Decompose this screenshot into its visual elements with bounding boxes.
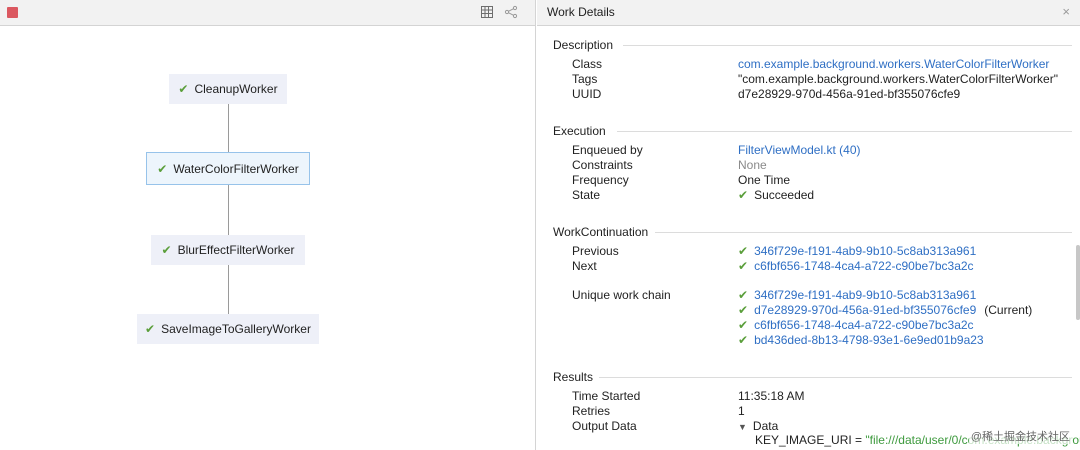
constraints-label: Constraints (572, 158, 633, 172)
work-graph: ✔ CleanupWorker ✔ WaterColorFilterWorker… (0, 27, 535, 450)
retries-label: Retries (572, 404, 611, 418)
next-value: ✔ c6fbf656-1748-4ca4-a722-c90be7bc3a2c (738, 259, 974, 273)
chain-item: ✔ d7e28929-970d-456a-91ed-bf355076cfe9 (Cu… (738, 303, 1032, 317)
previous-label: Previous (572, 244, 619, 258)
chain-item: ✔ 346f729e-f191-4ab9-9b10-5c8ab313a961 (738, 288, 976, 302)
work-graph-pane: ✔ CleanupWorker ✔ WaterColorFilterWorker… (0, 0, 536, 450)
section-title-continuation: WorkContinuation (553, 225, 655, 239)
worker-node-blur[interactable]: ✔ BlurEffectFilterWorker (151, 235, 305, 265)
section-divider (655, 232, 1072, 233)
work-details-pane: Work Details × Description Class com.exa… (537, 0, 1080, 450)
worker-node-label: WaterColorFilterWorker (173, 161, 299, 176)
data-label: Data (752, 419, 779, 433)
uuid-value: d7e28929-970d-456a-91ed-bf355076cfe9 (738, 87, 961, 101)
triangle-down-icon[interactable]: ▼ (738, 422, 747, 432)
graph-edge (228, 265, 229, 315)
worker-node-cleanup[interactable]: ✔ CleanupWorker (169, 74, 287, 104)
enqueued-link[interactable]: FilterViewModel.kt (40) (738, 143, 860, 157)
table-view-icon[interactable] (480, 5, 494, 19)
watermark: @稀土掘金技术社区 (968, 428, 1072, 444)
work-details-header: Work Details × (537, 0, 1080, 26)
frequency-label: Frequency (572, 173, 629, 187)
time-started-label: Time Started (572, 389, 641, 403)
constraints-value: None (738, 158, 767, 172)
chain-link[interactable]: d7e28929-970d-456a-91ed-bf355076cfe9 (754, 303, 976, 317)
enqueued-label: Enqueued by (572, 143, 643, 157)
vertical-scrollbar[interactable] (1076, 245, 1080, 320)
section-divider (617, 131, 1072, 132)
graph-view-icon[interactable] (504, 5, 518, 19)
output-data-label: Output Data (572, 419, 637, 433)
check-icon: ✔ (161, 243, 172, 257)
worker-node-label: BlurEffectFilterWorker (177, 243, 295, 257)
section-title-execution: Execution (553, 124, 612, 138)
section-divider (623, 45, 1072, 46)
check-icon: ✔ (178, 82, 189, 96)
check-icon: ✔ (738, 188, 749, 202)
retries-value: 1 (738, 404, 745, 418)
graph-edge (228, 102, 229, 152)
section-divider (599, 377, 1072, 378)
state-text: Succeeded (754, 188, 815, 202)
panel-title: Work Details (547, 5, 615, 19)
class-link[interactable]: com.example.background.workers.WaterColo… (738, 57, 1049, 71)
worker-node-label: SaveImageToGalleryWorker (161, 322, 311, 336)
previous-value: ✔ 346f729e-f191-4ab9-9b10-5c8ab313a961 (738, 244, 976, 258)
check-icon: ✔ (145, 322, 156, 336)
section-title-results: Results (553, 370, 600, 384)
stop-icon[interactable] (7, 7, 18, 18)
check-icon: ✔ (738, 244, 749, 258)
worker-node-watercolor[interactable]: ✔ WaterColorFilterWorker (146, 152, 310, 185)
output-key: KEY_IMAGE_URI = (755, 433, 866, 447)
chain-label: Unique work chain (572, 288, 671, 302)
worker-node-label: CleanupWorker (194, 82, 278, 96)
chain-link[interactable]: bd436ded-8b13-4798-93e1-6e9ed01b9a23 (754, 333, 984, 347)
check-icon: ✔ (738, 318, 749, 332)
next-label: Next (572, 259, 597, 273)
class-label: Class (572, 57, 603, 71)
state-value: ✔ Succeeded (738, 188, 814, 202)
previous-link[interactable]: 346f729e-f191-4ab9-9b10-5c8ab313a961 (754, 244, 976, 258)
next-link[interactable]: c6fbf656-1748-4ca4-a722-c90be7bc3a2c (754, 259, 974, 273)
state-label: State (572, 188, 601, 202)
graph-toolbar (0, 0, 535, 26)
worker-node-save-image[interactable]: ✔ SaveImageToGalleryWorker (137, 314, 319, 344)
chain-item: ✔ c6fbf656-1748-4ca4-a722-c90be7bc3a2c (738, 318, 974, 332)
check-icon: ✔ (738, 259, 749, 273)
section-title-description: Description (553, 38, 620, 52)
chain-link[interactable]: 346f729e-f191-4ab9-9b10-5c8ab313a961 (754, 288, 976, 302)
tags-value: "com.example.background.workers.WaterCol… (738, 72, 1058, 86)
graph-edge (228, 185, 229, 235)
check-icon: ✔ (738, 333, 749, 347)
time-started-value: 11:35:18 AM (738, 389, 805, 403)
check-icon: ✔ (157, 161, 168, 176)
current-marker: (Current) (984, 303, 1033, 317)
check-icon: ✔ (738, 288, 749, 302)
check-icon: ✔ (738, 303, 749, 317)
tags-label: Tags (572, 72, 598, 86)
chain-item: ✔ bd436ded-8b13-4798-93e1-6e9ed01b9a23 (738, 333, 984, 347)
frequency-value: One Time (738, 173, 791, 187)
chain-link[interactable]: c6fbf656-1748-4ca4-a722-c90be7bc3a2c (754, 318, 974, 332)
uuid-label: UUID (572, 87, 602, 101)
data-toggle[interactable]: ▼ Data (738, 419, 778, 433)
close-icon[interactable]: × (1062, 4, 1070, 19)
